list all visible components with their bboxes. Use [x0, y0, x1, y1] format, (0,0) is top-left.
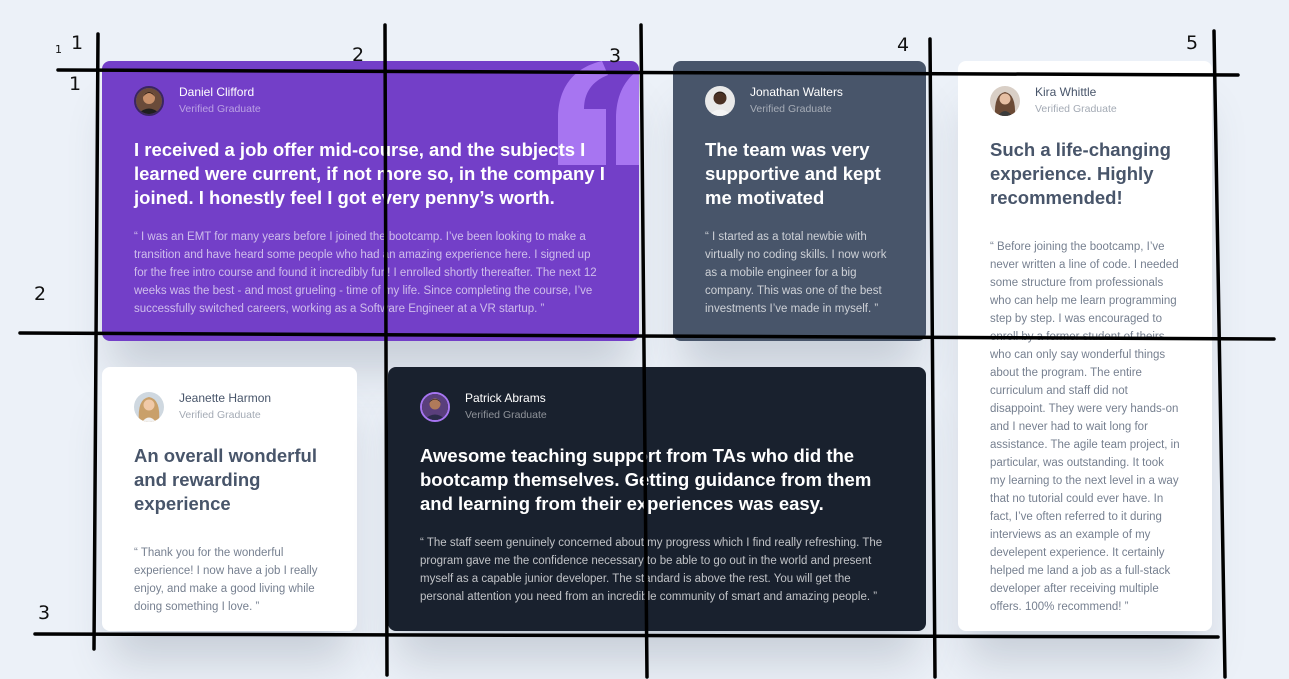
testimonial-headline: Awesome teaching support from TAs who di… — [420, 445, 872, 514]
author-subtitle: Verified Graduate — [179, 103, 261, 115]
card-header: Patrick Abrams Verified Graduate — [420, 391, 894, 422]
testimonial-quote: “ I was an EMT for many years before I j… — [134, 231, 597, 315]
testimonial-headline: Such a life-changing experience. Highly … — [990, 139, 1171, 208]
card-header: Jonathan Walters Verified Graduate — [705, 85, 894, 116]
testimonial-card-jeanette: Jeanette Harmon Verified Graduate An ove… — [102, 367, 357, 631]
author-subtitle: Verified Graduate — [179, 409, 261, 421]
avatar — [134, 85, 164, 116]
testimonial-headline: The team was very supportive and kept me… — [705, 139, 881, 208]
avatar — [420, 391, 450, 422]
grid-marker-corner: 1 — [55, 43, 62, 56]
author-name: Kira Whittle — [1035, 85, 1097, 99]
author-subtitle: Verified Graduate — [465, 409, 547, 421]
avatar — [705, 85, 735, 116]
testimonial-quote: “ Thank you for the wonderful experience… — [134, 547, 318, 613]
grid-marker-column-5: 5 — [1186, 32, 1199, 54]
card-header: Jeanette Harmon Verified Graduate — [134, 391, 325, 422]
grid-marker-column-3: 3 — [609, 45, 622, 67]
testimonial-card-kira: Kira Whittle Verified Graduate Such a li… — [958, 61, 1212, 631]
testimonial-card-daniel: Daniel Clifford Verified Graduate I rece… — [102, 61, 639, 341]
avatar — [134, 391, 164, 422]
testimonial-quote: “ I started as a total newbie with virtu… — [705, 231, 887, 315]
avatar — [990, 85, 1020, 116]
grid-line-vertical — [1212, 29, 1227, 679]
testimonial-card-patrick: Patrick Abrams Verified Graduate Awesome… — [388, 367, 926, 631]
grid-line-vertical — [92, 32, 100, 651]
author-name: Daniel Clifford — [179, 85, 255, 99]
author-subtitle: Verified Graduate — [750, 103, 832, 115]
grid-marker-row-1: 1 — [69, 73, 82, 95]
grid-line-horizontal — [33, 632, 1220, 639]
card-header: Daniel Clifford Verified Graduate — [134, 85, 607, 116]
author-subtitle: Verified Graduate — [1035, 103, 1117, 115]
testimonial-card-jonathan: Jonathan Walters Verified Graduate The t… — [673, 61, 926, 341]
grid-marker-row-3: 3 — [38, 602, 51, 624]
testimonial-headline: An overall wonderful and rewarding exper… — [134, 445, 317, 514]
testimonial-quote: “ The staff seem genuinely concerned abo… — [420, 537, 883, 603]
grid-line-vertical — [928, 37, 937, 679]
author-name: Jonathan Walters — [750, 85, 843, 99]
grid-marker-column-1: 1 — [71, 32, 84, 54]
author-name: Jeanette Harmon — [179, 391, 272, 405]
card-header: Kira Whittle Verified Graduate — [990, 85, 1180, 116]
testimonial-headline: I received a job offer mid-course, and t… — [134, 139, 605, 208]
grid-marker-row-2: 2 — [34, 283, 47, 305]
testimonial-quote: “ Before joining the bootcamp, I’ve neve… — [990, 241, 1180, 613]
author-name: Patrick Abrams — [465, 391, 546, 405]
grid-marker-column-4: 4 — [897, 34, 910, 56]
grid-marker-column-2: 2 — [352, 44, 365, 66]
